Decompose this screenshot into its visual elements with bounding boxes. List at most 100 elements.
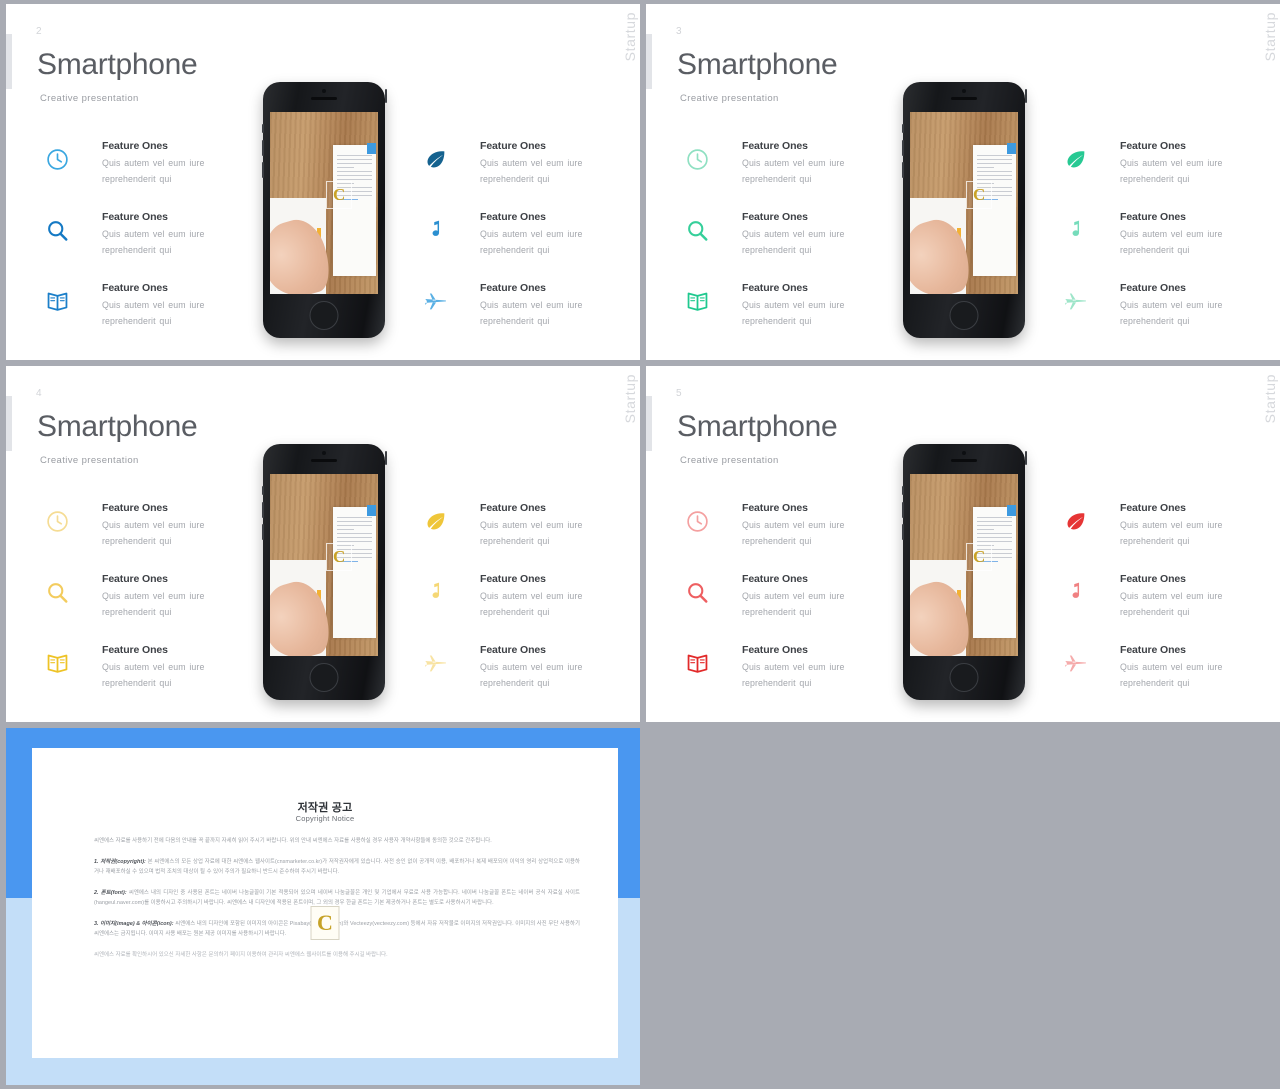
document-tab xyxy=(1007,504,1016,516)
feature-item[interactable]: Feature Ones Quis autem vel eum iure repr… xyxy=(420,644,610,715)
feature-item[interactable]: Feature Ones Quis autem vel eum iure repr… xyxy=(1060,573,1250,644)
slide-number: 4 xyxy=(36,388,43,399)
feature-item[interactable]: Feature Ones Quis autem vel eum iure repr… xyxy=(42,644,232,715)
copyright-paragraph-text: 씨엔에스 내의 디자인 중 사용된 폰트는 네이버 나눔글꼴이 기본 적용되어 … xyxy=(94,889,580,907)
clock-icon xyxy=(682,144,712,174)
feature-column-right: Feature Ones Quis autem vel eum iure repr… xyxy=(420,140,610,353)
feature-item[interactable]: Feature Ones Quis autem vel eum iure repr… xyxy=(682,502,872,573)
copyright-paragraph-heading: 1. 저작권(copyright): xyxy=(94,858,146,865)
copyright-paragraph: 씨엔에스 자료를 사용하기 전에 다음의 안내를 꼭 끝까지 자세히 읽어 주시… xyxy=(94,836,580,847)
feature-item[interactable]: Feature Ones Quis autem vel eum iure repr… xyxy=(42,573,232,644)
page-title: Smartphone xyxy=(37,410,198,443)
book-icon xyxy=(42,648,72,678)
feature-item[interactable]: Feature Ones Quis autem vel eum iure repr… xyxy=(420,282,610,353)
page-title: Smartphone xyxy=(677,410,838,443)
copyright-notice-panel[interactable]: 저작권 공고 Copyright Notice 씨엔에스 자료를 사용하기 전에… xyxy=(6,728,640,1085)
feature-title: Feature Ones xyxy=(480,644,546,656)
phone-screen: C xyxy=(270,474,378,656)
feature-title: Feature Ones xyxy=(742,573,808,585)
feature-column-left: Feature Ones Quis autem vel eum iure repr… xyxy=(682,502,872,715)
feature-item[interactable]: Feature Ones Quis autem vel eum iure repr… xyxy=(42,502,232,573)
airplane-icon xyxy=(420,286,450,316)
home-button[interactable] xyxy=(309,663,339,692)
volume-up-button xyxy=(261,502,264,518)
feature-item[interactable]: Feature Ones Quis autem vel eum iure repr… xyxy=(420,502,610,573)
slide-thumbnail-4[interactable]: 4 Startup Smartphone Creative presentation F… xyxy=(6,366,640,722)
feature-description: Quis autem vel eum iure reprehenderit qu… xyxy=(102,661,205,688)
feature-item[interactable]: Feature Ones Quis autem vel eum iure repr… xyxy=(682,573,872,644)
feature-description: Quis autem vel eum iure reprehenderit qu… xyxy=(480,157,583,184)
feature-title: Feature Ones xyxy=(742,644,808,656)
home-button[interactable] xyxy=(309,301,339,330)
feature-title: Feature Ones xyxy=(1120,573,1186,585)
search-icon xyxy=(42,577,72,607)
feature-description: Quis autem vel eum iure reprehenderit qu… xyxy=(102,299,205,326)
phone-screen: C xyxy=(910,474,1018,656)
feature-item[interactable]: Feature Ones Quis autem vel eum iure repr… xyxy=(682,282,872,353)
slide-accent-tab xyxy=(646,396,652,451)
airplane-icon xyxy=(1060,648,1090,678)
watermark-logo-icon: C xyxy=(326,181,353,210)
earpiece-speaker xyxy=(951,459,977,462)
feature-description: Quis autem vel eum iure reprehenderit qu… xyxy=(1120,228,1223,255)
copyright-body: 씨엔에스 자료를 사용하기 전에 다음의 안내를 꼭 끝까지 자세히 읽어 주시… xyxy=(94,836,580,970)
volume-up-button xyxy=(261,140,264,156)
mute-switch xyxy=(261,486,264,495)
page-subtitle: Creative presentation xyxy=(680,93,779,104)
feature-item[interactable]: Feature Ones Quis autem vel eum iure repr… xyxy=(1060,644,1250,715)
page-subtitle: Creative presentation xyxy=(40,455,139,466)
feature-item[interactable]: Feature Ones Quis autem vel eum iure repr… xyxy=(682,140,872,211)
book-icon xyxy=(42,286,72,316)
feature-item[interactable]: Feature Ones Quis autem vel eum iure repr… xyxy=(42,140,232,211)
feature-title: Feature Ones xyxy=(102,140,168,152)
volume-down-button xyxy=(261,524,264,540)
feature-item[interactable]: Feature Ones Quis autem vel eum iure repr… xyxy=(42,211,232,282)
feature-item[interactable]: Feature Ones Quis autem vel eum iure repr… xyxy=(682,211,872,282)
home-button[interactable] xyxy=(949,301,979,330)
watermark-logo-icon: C xyxy=(966,181,993,210)
feature-column-right: Feature Ones Quis autem vel eum iure repr… xyxy=(1060,140,1250,353)
copyright-paragraph: 씨엔에스 자료를 확인하시어 있으신 자세한 사항은 문의하기 페이지 이용하여… xyxy=(94,950,580,961)
feature-description: Quis autem vel eum iure reprehenderit qu… xyxy=(480,590,583,617)
feature-item[interactable]: Feature Ones Quis autem vel eum iure repr… xyxy=(1060,211,1250,282)
slide-thumbnail-3[interactable]: 3 Startup Smartphone Creative presentation F… xyxy=(646,4,1280,360)
copyright-paragraph-heading: 2. 폰트(font): xyxy=(94,889,127,896)
smartphone-mockup: C xyxy=(261,82,387,338)
clock-icon xyxy=(42,144,72,174)
slide-number: 5 xyxy=(676,388,683,399)
page-title: Smartphone xyxy=(677,48,838,81)
mute-switch xyxy=(901,486,904,495)
feature-description: Quis autem vel eum iure reprehenderit qu… xyxy=(1120,519,1223,546)
music-note-icon xyxy=(1060,215,1090,245)
page-subtitle: Creative presentation xyxy=(680,455,779,466)
feature-description: Quis autem vel eum iure reprehenderit qu… xyxy=(1120,157,1223,184)
feature-item[interactable]: Feature Ones Quis autem vel eum iure repr… xyxy=(420,573,610,644)
feature-item[interactable]: Feature Ones Quis autem vel eum iure repr… xyxy=(1060,502,1250,573)
feature-title: Feature Ones xyxy=(1120,644,1186,656)
feature-item[interactable]: Feature Ones Quis autem vel eum iure repr… xyxy=(420,140,610,211)
slide-number: 3 xyxy=(676,26,683,37)
slide-thumbnail-5[interactable]: 5 Startup Smartphone Creative presentation F… xyxy=(646,366,1280,722)
book-icon xyxy=(682,286,712,316)
home-button[interactable] xyxy=(949,663,979,692)
feature-description: Quis autem vel eum iure reprehenderit qu… xyxy=(742,590,845,617)
page-title: Smartphone xyxy=(37,48,198,81)
feature-description: Quis autem vel eum iure reprehenderit qu… xyxy=(742,299,845,326)
report-document xyxy=(972,506,1016,638)
copyright-paragraph-text: 씨엔에스 자료를 사용하기 전에 다음의 안내를 꼭 끝까지 자세히 읽어 주시… xyxy=(94,838,492,844)
feature-title: Feature Ones xyxy=(102,502,168,514)
feature-item[interactable]: Feature Ones Quis autem vel eum iure repr… xyxy=(1060,282,1250,353)
feature-item[interactable]: Feature Ones Quis autem vel eum iure repr… xyxy=(42,282,232,353)
feature-item[interactable]: Feature Ones Quis autem vel eum iure repr… xyxy=(682,644,872,715)
copyright-document: 저작권 공고 Copyright Notice 씨엔에스 자료를 사용하기 전에… xyxy=(32,748,618,1058)
feature-description: Quis autem vel eum iure reprehenderit qu… xyxy=(480,299,583,326)
feature-description: Quis autem vel eum iure reprehenderit qu… xyxy=(742,661,845,688)
feature-description: Quis autem vel eum iure reprehenderit qu… xyxy=(480,228,583,255)
feature-item[interactable]: Feature Ones Quis autem vel eum iure repr… xyxy=(1060,140,1250,211)
feature-description: Quis autem vel eum iure reprehenderit qu… xyxy=(102,157,205,184)
document-tab xyxy=(367,504,376,516)
leaf-icon xyxy=(420,144,450,174)
feature-item[interactable]: Feature Ones Quis autem vel eum iure repr… xyxy=(420,211,610,282)
feature-title: Feature Ones xyxy=(102,644,168,656)
slide-thumbnail-2[interactable]: 2 Startup Smartphone Creative presentation F… xyxy=(6,4,640,360)
